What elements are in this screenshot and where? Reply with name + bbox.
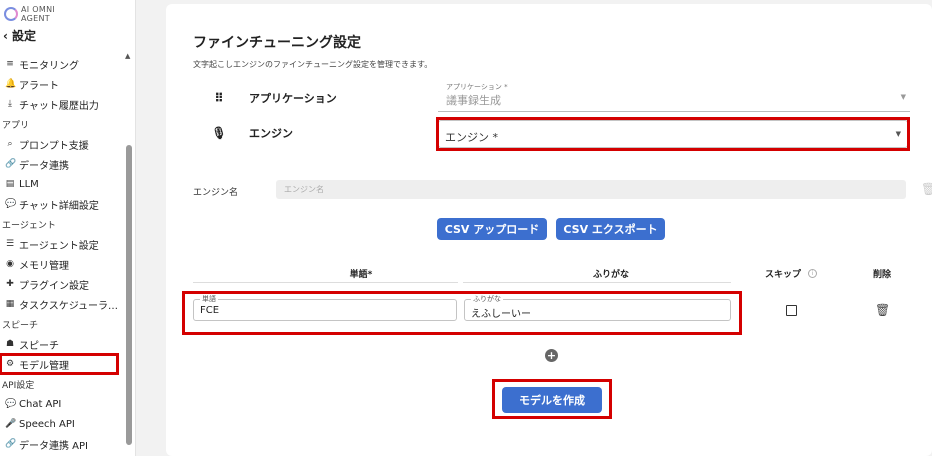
delete-engine-icon[interactable]: 🗑: [921, 182, 932, 196]
sidebar-item[interactable]: ☗ スピーチ: [0, 334, 124, 354]
stack-icon: ≡: [6, 59, 14, 69]
sidebar-item-label: モニタリング: [19, 60, 79, 72]
engine-label-text: エンジン: [249, 127, 293, 140]
back-button[interactable]: ‹ 設定: [3, 27, 36, 44]
scroll-thumb[interactable]: [126, 145, 132, 445]
delete-row-icon[interactable]: 🗑: [875, 303, 890, 317]
header-divider: [463, 282, 731, 283]
sidebar-item[interactable]: 🔗 データ連携: [0, 154, 124, 174]
sidebar-item[interactable]: ≡ モニタリング: [0, 54, 124, 74]
engine-row-label: 🎙 エンジン: [211, 125, 293, 141]
add-row-icon[interactable]: +: [545, 349, 558, 362]
bell-icon: 🔔: [5, 79, 17, 89]
csv-export-button[interactable]: CSV エクスポート: [556, 218, 665, 240]
sidebar-item-label: アラート: [19, 80, 59, 92]
header-word: 単語*: [349, 270, 373, 280]
sidebar-item[interactable]: ⌕ プロンプト支援: [0, 134, 124, 154]
info-icon[interactable]: i: [808, 269, 817, 278]
link-icon: 🔗: [5, 439, 17, 449]
sidebar-item-label: スピーチ: [19, 340, 59, 352]
header-reading: ふりがな: [592, 270, 629, 280]
sidebar-item-label: プロンプト支援: [19, 140, 89, 152]
agent-icon: ☰: [5, 239, 15, 249]
sidebar-section-label: スピーチ: [2, 320, 39, 331]
chat-icon: 💬: [5, 199, 17, 209]
scheduler-icon: ▦: [5, 299, 15, 309]
sidebar-item-label: Chat API: [19, 398, 62, 410]
download-icon: ⤓: [8, 99, 12, 109]
llm-icon: ▤: [5, 179, 15, 189]
create-model-highlight: [492, 379, 612, 419]
sidebar-item-label: エージェント設定: [19, 240, 99, 252]
sidebar-scrollbar[interactable]: ▲: [124, 50, 133, 456]
engine-name-label: エンジン名: [193, 188, 239, 198]
mic-icon: 🎤: [5, 419, 17, 429]
application-label-text: アプリケーション: [249, 92, 337, 105]
sidebar-item-label: データ連携: [19, 160, 69, 172]
sidebar-item-label: プラグイン設定: [19, 280, 89, 292]
main-area: ファインチューニング設定 文字起こしエンジンのファインチューニング設定を管理でき…: [136, 0, 932, 456]
chat-api-icon: 💬: [5, 399, 17, 409]
scroll-up-icon[interactable]: ▲: [125, 52, 130, 60]
csv-upload-button[interactable]: CSV アップロード: [437, 218, 547, 240]
prompt-search-icon: ⌕: [7, 139, 13, 149]
sidebar-nav: ≡ モニタリング 🔔 アラート ⤓ チャット履歴出力 アプリ ⌕ プロンプト支援 🔗 データ連携 ▤ L…: [0, 54, 124, 454]
logo-mark-icon: [4, 7, 18, 21]
sidebar-item-label: モデル管理: [19, 360, 69, 372]
sidebar-item-label: Speech API: [19, 418, 75, 430]
sidebar-item[interactable]: ☰ エージェント設定: [0, 234, 124, 254]
sidebar-item[interactable]: ⤓ チャット履歴出力: [0, 94, 124, 114]
application-select[interactable]: アプリケーション * 議事録生成 ▼: [438, 83, 910, 112]
sidebar-item[interactable]: ◉ メモリ管理: [0, 254, 124, 274]
header-delete: 削除: [872, 270, 891, 280]
sidebar-item-label: データ連携 API: [19, 440, 88, 452]
plugin-icon: ✚: [6, 279, 14, 289]
gear-icon: ⚙: [5, 359, 15, 369]
application-value: 議事録生成: [446, 94, 501, 107]
logo: AI OMNI AGENT: [4, 5, 64, 25]
sidebar-section-label: API設定: [2, 380, 35, 391]
sidebar: AI OMNI AGENT ‹ 設定 ≡ モニタリング 🔔 アラート ⤓ チャット履歴出力ア…: [0, 0, 136, 456]
sidebar-section-label: エージェント: [2, 220, 56, 231]
sidebar-item-label: メモリ管理: [19, 260, 69, 272]
link-icon: 🔗: [5, 159, 17, 169]
chevron-down-icon: ▼: [900, 93, 906, 101]
logo-line2: AGENT: [21, 14, 50, 23]
header-divider: [193, 282, 458, 283]
settings-card: ファインチューニング設定 文字起こしエンジンのファインチューニング設定を管理でき…: [166, 4, 932, 456]
memory-icon: ◉: [6, 259, 14, 269]
sidebar-item-label: チャット履歴出力: [19, 100, 99, 112]
sidebar-item-label: タスクスケジューラ…: [19, 300, 118, 312]
sidebar-item[interactable]: 🔗 データ連携 API: [0, 434, 124, 454]
page-subtitle: 文字起こしエンジンのファインチューニング設定を管理できます。: [193, 60, 433, 69]
sidebar-item-label: LLM: [19, 178, 39, 190]
sidebar-item[interactable]: 🎤 Speech API: [0, 414, 124, 434]
sidebar-item[interactable]: 💬 Chat API: [0, 394, 124, 414]
mic-icon: 🎙: [211, 126, 227, 140]
row-highlight: [182, 291, 742, 335]
sidebar-item[interactable]: ✚ プラグイン設定: [0, 274, 124, 294]
sidebar-item[interactable]: ▤ LLM: [0, 174, 124, 194]
sidebar-item[interactable]: 💬 チャット詳細設定: [0, 194, 124, 214]
skip-checkbox[interactable]: [786, 305, 797, 316]
sidebar-section-label: アプリ: [2, 120, 30, 131]
engine-name-placeholder: エンジン名: [284, 185, 324, 194]
sidebar-item[interactable]: 🔔 アラート: [0, 74, 124, 94]
logo-line1: AI OMNI: [21, 5, 56, 14]
page-title: ファインチューニング設定: [193, 35, 361, 51]
application-field-label: アプリケーション *: [446, 83, 508, 91]
sidebar-item[interactable]: ⚙ モデル管理: [0, 353, 119, 375]
sidebar-item-label: チャット詳細設定: [19, 200, 99, 212]
grid-icon: ⠿: [214, 91, 224, 105]
application-row-label: ⠿ アプリケーション: [211, 90, 337, 106]
speech-icon: ☗: [5, 339, 15, 349]
engine-name-input[interactable]: エンジン名: [276, 180, 906, 199]
back-label: 設定: [11, 29, 36, 43]
header-skip: スキップ: [764, 270, 801, 280]
engine-highlight: [436, 117, 910, 151]
chevron-left-icon: ‹: [3, 28, 8, 43]
sidebar-item[interactable]: ▦ タスクスケジューラ…: [0, 294, 124, 314]
